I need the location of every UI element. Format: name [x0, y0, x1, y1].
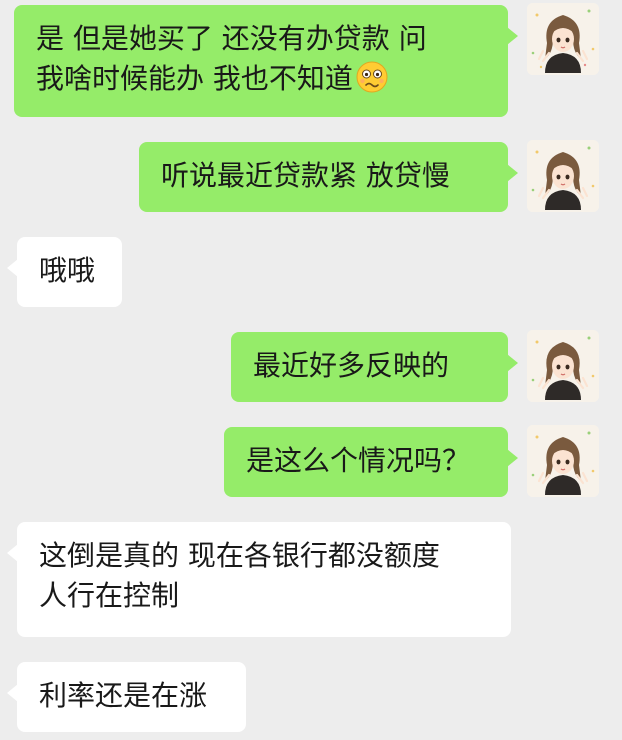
message-bubble-sent[interactable]: 听说最近贷款紧 放贷慢: [139, 142, 518, 212]
message-bubble-sent[interactable]: 是这么个情况吗？: [224, 427, 518, 497]
avatar-girl-icon: [527, 140, 599, 212]
message-text: 是这么个情况吗？: [246, 444, 471, 477]
avatar-girl-icon: [527, 3, 599, 75]
worried-face-emoji-icon: [355, 60, 389, 94]
message-bubble-received[interactable]: 哦哦: [7, 237, 122, 307]
message-text: 最近好多反映的: [253, 349, 450, 382]
avatar[interactable]: [527, 330, 599, 402]
message-bubble-sent[interactable]: 最近好多反映的: [231, 332, 518, 402]
message-bubble-received[interactable]: 这倒是真的 现在各银行都没额度 人行在控制: [7, 522, 511, 637]
message-text: 哦哦: [39, 254, 96, 287]
message-text-line: 是 但是她买了 还没有办贷款 问: [36, 22, 427, 55]
avatar-girl-icon: [527, 425, 599, 497]
avatar[interactable]: [527, 425, 599, 497]
message-bubble-received[interactable]: 利率还是在涨: [7, 662, 246, 732]
avatar[interactable]: [527, 3, 599, 75]
message-text: 听说最近贷款紧 放贷慢: [161, 159, 450, 192]
avatar-girl-icon: [527, 330, 599, 402]
message-text-line: 人行在控制: [39, 579, 180, 612]
message-bubble-sent[interactable]: 是 但是她买了 还没有办贷款 问 我啥时候能办 我也不知道: [14, 5, 518, 117]
message-text: 利率还是在涨: [39, 679, 208, 712]
message-text-line: 我啥时候能办 我也不知道: [36, 59, 486, 99]
message-text-line: 这倒是真的 现在各银行都没额度: [39, 539, 440, 572]
avatar[interactable]: [527, 140, 599, 212]
